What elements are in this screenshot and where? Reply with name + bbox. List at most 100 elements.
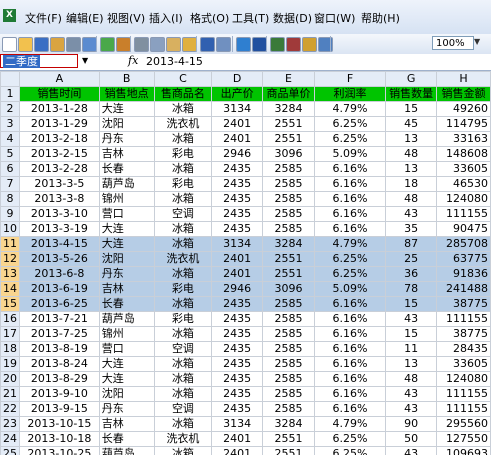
row-header[interactable]: 12	[0, 251, 20, 267]
row-header[interactable]: 5	[0, 146, 20, 162]
table-cell[interactable]: 2013-7-21	[19, 311, 100, 327]
table-cell[interactable]: 丹东	[98, 131, 155, 147]
table-cell[interactable]: 洗衣机	[153, 431, 213, 447]
table-cell[interactable]: 63775	[436, 251, 491, 267]
table-cell[interactable]: 6.16%	[313, 161, 387, 177]
table-cell[interactable]: 彩电	[153, 311, 213, 327]
table-cell[interactable]: 33163	[436, 131, 491, 147]
table-cell[interactable]: 48	[385, 146, 438, 162]
menu-item[interactable]: 工具(T)	[232, 10, 269, 26]
table-cell[interactable]: 2013-2-15	[19, 146, 100, 162]
table-cell[interactable]: 36	[385, 266, 438, 282]
table-cell[interactable]: 空调	[153, 401, 213, 417]
table-cell[interactable]: 38775	[436, 326, 491, 342]
table-cell[interactable]: 冰箱	[153, 386, 213, 402]
menu-item[interactable]: 帮助(H)	[361, 10, 400, 26]
row-header[interactable]: 19	[0, 356, 20, 372]
table-cell[interactable]: 2585	[262, 206, 315, 222]
print-icon[interactable]	[66, 37, 81, 52]
table-cell[interactable]: 彩电	[153, 281, 213, 297]
row-header[interactable]: 20	[0, 371, 20, 387]
table-cell[interactable]: 大连	[98, 371, 155, 387]
table-cell[interactable]: 2013-2-18	[19, 131, 100, 147]
table-cell[interactable]: 2585	[262, 311, 315, 327]
table-cell[interactable]: 114795	[436, 116, 491, 132]
table-cell[interactable]: 2401	[211, 251, 263, 267]
table-cell[interactable]: 5.09%	[313, 281, 387, 297]
table-cell[interactable]: 2435	[211, 371, 263, 387]
column-header[interactable]: G	[385, 71, 438, 87]
select-all-corner[interactable]	[0, 71, 20, 87]
table-cell[interactable]: 13	[385, 356, 438, 372]
table-cell[interactable]: 洗衣机	[153, 116, 213, 132]
table-cell[interactable]: 90	[385, 416, 438, 432]
row-header[interactable]: 14	[0, 281, 20, 297]
row-header[interactable]: 3	[0, 116, 20, 132]
table-cell[interactable]: 6.25%	[313, 116, 387, 132]
table-cell[interactable]: 124080	[436, 371, 491, 387]
table-cell[interactable]: 2013-8-29	[19, 371, 100, 387]
table-cell[interactable]: 2585	[262, 326, 315, 342]
table-cell[interactable]: 2013-4-15	[19, 236, 100, 252]
table-cell[interactable]: 6.16%	[313, 296, 387, 312]
table-cell[interactable]: 冰箱	[153, 131, 213, 147]
table-cell[interactable]: 2585	[262, 221, 315, 237]
table-cell[interactable]: 2013-6-25	[19, 296, 100, 312]
table-cell[interactable]: 葫芦岛	[98, 446, 155, 455]
menu-item[interactable]: 数据(D)	[273, 10, 312, 26]
table-cell[interactable]: 2551	[262, 446, 315, 455]
table-cell[interactable]: 124080	[436, 191, 491, 207]
menu-item[interactable]: 文件(F)	[25, 10, 62, 26]
table-cell[interactable]: 葫芦岛	[98, 176, 155, 192]
row-header[interactable]: 18	[0, 341, 20, 357]
table-cell[interactable]: 148608	[436, 146, 491, 162]
column-header[interactable]: F	[313, 71, 387, 87]
table-cell[interactable]: 91836	[436, 266, 491, 282]
row-header[interactable]: 22	[0, 401, 20, 417]
header-cell[interactable]: 利润率	[313, 86, 387, 102]
table-cell[interactable]: 6.25%	[313, 446, 387, 455]
header-cell[interactable]: 销售地点	[98, 86, 155, 102]
row-header[interactable]: 13	[0, 266, 20, 282]
table-cell[interactable]: 冰箱	[153, 221, 213, 237]
table-cell[interactable]: 241488	[436, 281, 491, 297]
zoom-box[interactable]: 100%	[432, 36, 474, 50]
table-cell[interactable]: 2401	[211, 116, 263, 132]
table-cell[interactable]: 冰箱	[153, 371, 213, 387]
table-cell[interactable]: 6.16%	[313, 341, 387, 357]
table-cell[interactable]: 空调	[153, 206, 213, 222]
header-cell[interactable]: 售商品名	[153, 86, 213, 102]
table-cell[interactable]: 2013-9-10	[19, 386, 100, 402]
table-cell[interactable]: 2551	[262, 266, 315, 282]
row-header[interactable]: 1	[0, 86, 20, 102]
table-cell[interactable]: 2585	[262, 161, 315, 177]
table-cell[interactable]: 2585	[262, 356, 315, 372]
table-cell[interactable]: 2585	[262, 341, 315, 357]
table-cell[interactable]: 2013-1-29	[19, 116, 100, 132]
row-header[interactable]: 16	[0, 311, 20, 327]
table-cell[interactable]: 锦州	[98, 191, 155, 207]
table-cell[interactable]: 冰箱	[153, 326, 213, 342]
fx-icon[interactable]: fx	[128, 54, 138, 67]
table-cell[interactable]: 吉林	[98, 416, 155, 432]
save-icon[interactable]	[34, 37, 49, 52]
table-cell[interactable]: 6.16%	[313, 221, 387, 237]
table-cell[interactable]: 3134	[211, 236, 263, 252]
row-header[interactable]: 8	[0, 191, 20, 207]
table-cell[interactable]: 50	[385, 431, 438, 447]
column-header[interactable]: C	[153, 71, 213, 87]
header-cell[interactable]: 销售时间	[19, 86, 100, 102]
row-header[interactable]: 9	[0, 206, 20, 222]
table-cell[interactable]: 2013-1-28	[19, 101, 100, 117]
table-cell[interactable]: 6.25%	[313, 131, 387, 147]
menu-item[interactable]: 视图(V)	[107, 10, 145, 26]
table-cell[interactable]: 78	[385, 281, 438, 297]
table-cell[interactable]: 2013-3-10	[19, 206, 100, 222]
menu-item[interactable]: 编辑(E)	[66, 10, 104, 26]
table-cell[interactable]: 3284	[262, 236, 315, 252]
table-cell[interactable]: 35	[385, 221, 438, 237]
table-cell[interactable]: 285708	[436, 236, 491, 252]
table-cell[interactable]: 2435	[211, 386, 263, 402]
table-cell[interactable]: 2435	[211, 356, 263, 372]
table-cell[interactable]: 4.79%	[313, 236, 387, 252]
